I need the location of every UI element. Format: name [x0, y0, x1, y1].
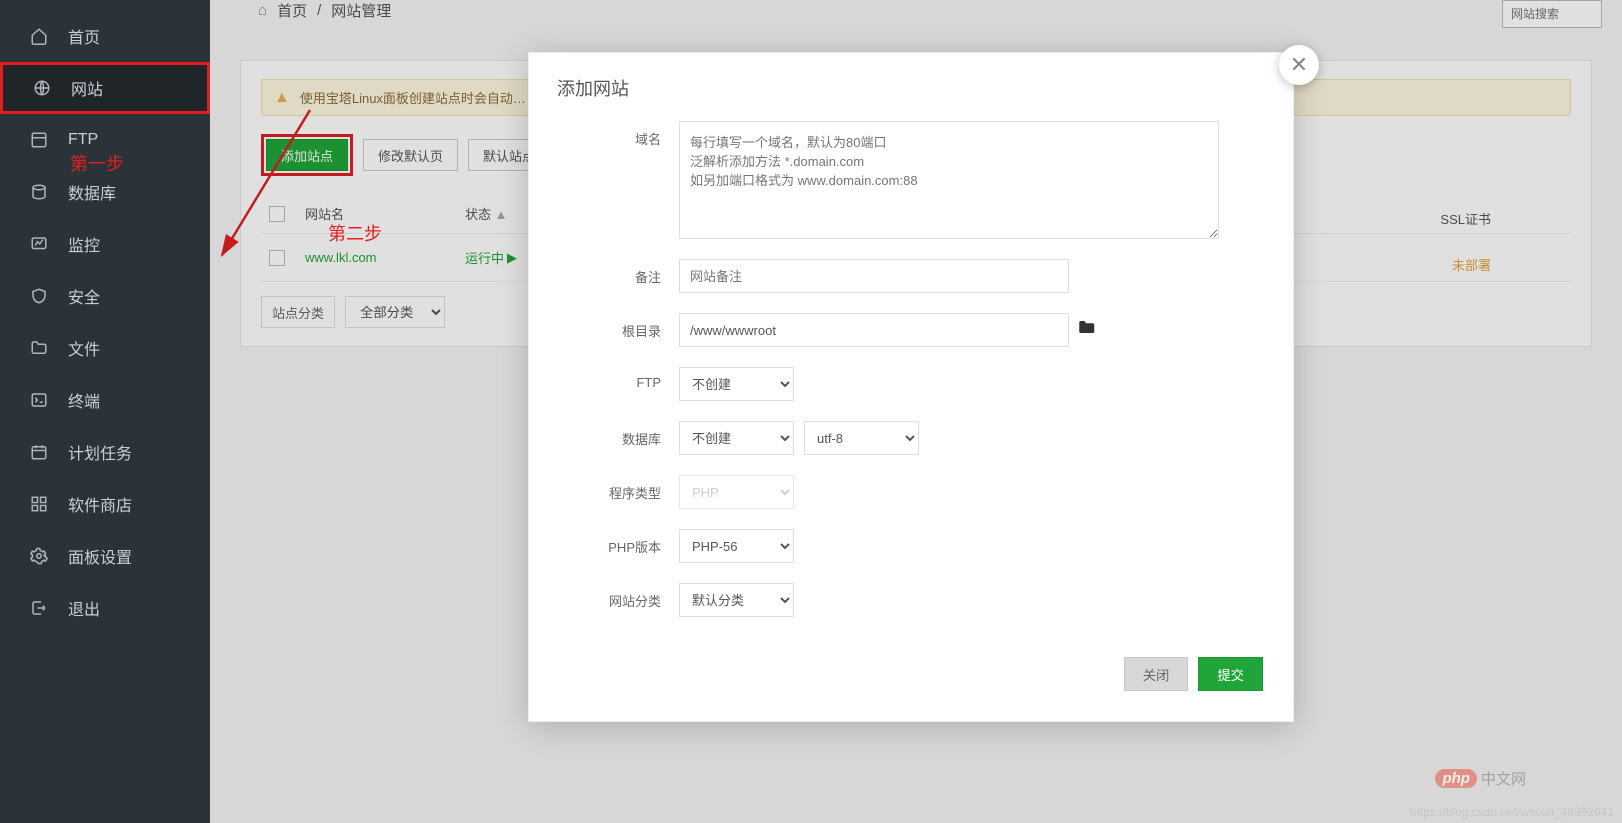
- watermark-php: php 中文网: [1435, 768, 1526, 789]
- label-domain: 域名: [559, 121, 679, 148]
- submit-button[interactable]: 提交: [1198, 657, 1263, 691]
- sidebar-item-softstore[interactable]: 软件商店: [0, 478, 210, 530]
- watermark-csdn: https://blog.csdn.net/weixin_49392641: [1410, 805, 1614, 819]
- label-root: 根目录: [559, 313, 679, 340]
- root-input[interactable]: [679, 313, 1069, 347]
- monitor-icon: [28, 233, 50, 255]
- sidebar-item-label: 监控: [68, 232, 100, 256]
- sidebar-item-label: 终端: [68, 388, 100, 412]
- phpversion-select[interactable]: PHP-56: [679, 529, 794, 563]
- sidebar-item-website[interactable]: 网站: [0, 62, 210, 114]
- charset-select[interactable]: utf-8: [804, 421, 919, 455]
- modal-title: 添加网站: [529, 53, 1293, 111]
- label-remark: 备注: [559, 259, 679, 286]
- add-site-modal: ✕ 添加网站 域名 备注 根目录 FTP 不创建 数据库 不创: [528, 52, 1294, 722]
- sidebar-item-label: 退出: [68, 596, 100, 620]
- sidebar-item-label: FTP: [68, 131, 98, 149]
- sidebar-item-label: 数据库: [68, 180, 116, 204]
- sidebar-item-database[interactable]: 数据库: [0, 166, 210, 218]
- terminal-icon: [28, 389, 50, 411]
- sidebar-item-terminal[interactable]: 终端: [0, 374, 210, 426]
- remark-input[interactable]: [679, 259, 1069, 293]
- globe-icon: [31, 77, 53, 99]
- sidebar-item-label: 文件: [68, 336, 100, 360]
- sidebar-item-label: 软件商店: [68, 492, 132, 516]
- modal-body: 域名 备注 根目录 FTP 不创建 数据库 不创建 utf: [529, 111, 1293, 721]
- domain-textarea[interactable]: [679, 121, 1219, 239]
- calendar-icon: [28, 441, 50, 463]
- sidebar-item-security[interactable]: 安全: [0, 270, 210, 322]
- modal-footer: 关闭 提交: [559, 637, 1263, 691]
- sidebar-item-label: 面板设置: [68, 544, 132, 568]
- sidebar-item-monitor[interactable]: 监控: [0, 218, 210, 270]
- modal-close-button[interactable]: ✕: [1279, 45, 1319, 85]
- apps-icon: [28, 493, 50, 515]
- gear-icon: [28, 545, 50, 567]
- sidebar-item-home[interactable]: 首页: [0, 10, 210, 62]
- label-database: 数据库: [559, 421, 679, 448]
- database-icon: [28, 181, 50, 203]
- close-button[interactable]: 关闭: [1124, 657, 1189, 691]
- label-phpversion: PHP版本: [559, 529, 679, 556]
- sidebar-item-logout[interactable]: 退出: [0, 582, 210, 634]
- sidebar-item-label: 安全: [68, 284, 100, 308]
- folder-picker-icon[interactable]: [1077, 319, 1095, 340]
- database-select[interactable]: 不创建: [679, 421, 794, 455]
- shield-icon: [28, 285, 50, 307]
- label-progtype: 程序类型: [559, 475, 679, 502]
- sidebar-item-ftp[interactable]: FTP: [0, 114, 210, 166]
- label-sitecategory: 网站分类: [559, 583, 679, 610]
- folder-icon: [28, 337, 50, 359]
- php-text: 中文网: [1481, 768, 1526, 789]
- logout-icon: [28, 597, 50, 619]
- home-icon: [28, 25, 50, 47]
- sidebar-item-label: 首页: [68, 24, 100, 48]
- sidebar: 首页 网站 FTP 数据库 监控 安全 文件: [0, 0, 210, 823]
- sidebar-item-cron[interactable]: 计划任务: [0, 426, 210, 478]
- sitecategory-select[interactable]: 默认分类: [679, 583, 794, 617]
- ftp-select[interactable]: 不创建: [679, 367, 794, 401]
- sidebar-item-files[interactable]: 文件: [0, 322, 210, 374]
- sidebar-item-label: 网站: [71, 76, 103, 100]
- progtype-select: PHP: [679, 475, 794, 509]
- ftp-icon: [28, 129, 50, 151]
- sidebar-item-label: 计划任务: [68, 440, 132, 464]
- label-ftp: FTP: [559, 367, 679, 390]
- sidebar-item-settings[interactable]: 面板设置: [0, 530, 210, 582]
- php-logo: php: [1435, 769, 1477, 788]
- close-icon: ✕: [1290, 52, 1308, 78]
